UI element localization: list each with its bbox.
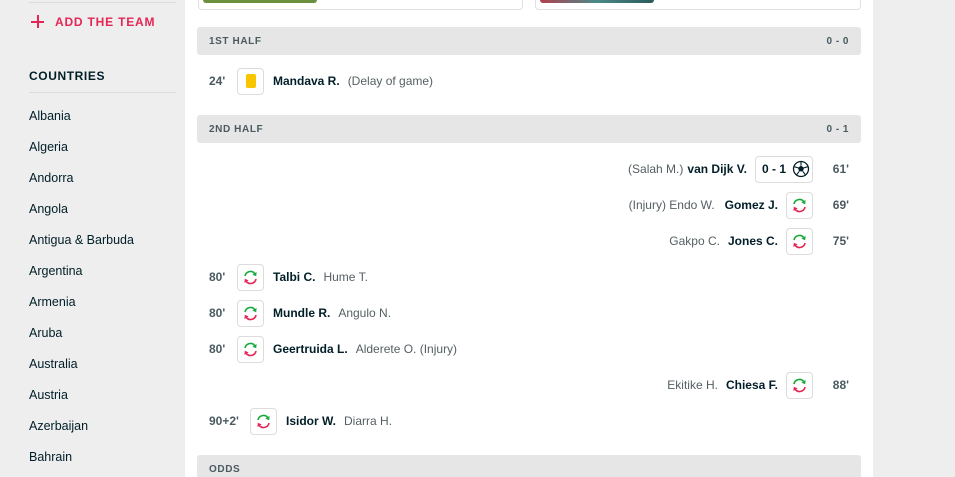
incident-minute: 88' <box>832 378 849 392</box>
country-item[interactable]: Australia <box>29 349 134 380</box>
divider <box>29 2 176 3</box>
country-item[interactable]: Argentina <box>29 256 134 287</box>
odds-header: ODDS <box>197 455 861 477</box>
incident-minute: 24' <box>209 74 226 88</box>
countries-title: COUNTRIES <box>29 69 106 83</box>
player-name[interactable]: Jones C. <box>728 234 778 248</box>
plus-icon <box>30 14 45 29</box>
incident-minute: 90+2' <box>209 414 239 428</box>
section-label: 2ND HALF <box>209 123 264 135</box>
substitution-icon <box>237 263 264 291</box>
thumbnail-image <box>203 0 317 3</box>
substitution-icon <box>237 335 264 363</box>
goal-badge: 0 - 1 <box>754 155 813 183</box>
add-team-label: ADD THE TEAM <box>55 14 156 29</box>
country-item[interactable]: Armenia <box>29 287 134 318</box>
incident-minute: 80' <box>209 342 226 356</box>
incident-row: Ekitike H. Chiesa F. 88' <box>197 367 861 403</box>
incident-row: (Injury) Endo W. Gomez J. 69' <box>197 187 861 223</box>
player-name[interactable]: van Dijk V. <box>687 162 747 176</box>
section-score: 0 - 1 <box>826 123 849 135</box>
incident-row: Gakpo C. Jones C. 75' <box>197 223 861 259</box>
assist-name: (Salah M.) <box>628 162 684 176</box>
player-out-name: Angulo N. <box>338 306 392 320</box>
country-item[interactable]: Andorra <box>29 163 134 194</box>
substitution-icon <box>786 191 813 219</box>
sidebar: ADD THE TEAM COUNTRIES Albania Algeria A… <box>0 0 190 477</box>
country-item[interactable]: Albania <box>29 101 134 132</box>
incident-minute: 69' <box>832 198 849 212</box>
country-item[interactable]: Bahrain <box>29 442 134 473</box>
incident-minute: 80' <box>209 306 226 320</box>
incident-row: 24' Mandava R. (Delay of game) <box>197 63 861 99</box>
incident-row: 80' Mundle R. Angulo N. <box>197 295 861 331</box>
player-out-name: Alderete O. (Injury) <box>355 342 458 356</box>
incident-row: 80' Talbi C. Hume T. <box>197 259 861 295</box>
player-name[interactable]: Isidor W. <box>286 414 336 428</box>
country-item[interactable]: Aruba <box>29 318 134 349</box>
player-out-name: (Injury) Endo W. <box>628 198 715 212</box>
substitution-icon <box>250 407 277 435</box>
video-thumbnail-card[interactable] <box>198 0 523 10</box>
country-item[interactable]: Antigua & Barbuda <box>29 225 134 256</box>
incident-row: (Salah M.) van Dijk V. 0 - 1 61' <box>197 151 861 187</box>
thumbnail-image <box>540 0 654 3</box>
divider <box>29 92 176 93</box>
player-name[interactable]: Geertruida L. <box>273 342 348 356</box>
match-summary-panel: 1ST HALF 0 - 0 24' Mandava R. (Delay of … <box>185 0 873 477</box>
incident-minute: 61' <box>832 162 849 176</box>
country-list: Albania Algeria Andorra Angola Antigua &… <box>29 101 134 473</box>
incident-minute: 75' <box>832 234 849 248</box>
country-item[interactable]: Angola <box>29 194 134 225</box>
country-item[interactable]: Austria <box>29 380 134 411</box>
incident-row: 80' Geertruida L. Alderete O. (Injury) <box>197 331 861 367</box>
incident-detail: (Delay of game) <box>347 74 434 88</box>
substitution-icon <box>786 227 813 255</box>
yellow-card-icon <box>237 67 264 95</box>
soccer-ball-icon <box>792 160 810 178</box>
substitution-icon <box>237 299 264 327</box>
goal-score: 0 - 1 <box>761 162 786 176</box>
player-out-name: Ekitike H. <box>667 378 718 392</box>
section-label: 1ST HALF <box>209 35 262 47</box>
video-thumbnail-card[interactable] <box>535 0 861 10</box>
player-name[interactable]: Chiesa F. <box>726 378 778 392</box>
player-out-name: Gakpo C. <box>669 234 720 248</box>
player-out-name: Hume T. <box>323 270 368 284</box>
second-half-header: 2ND HALF 0 - 1 <box>197 115 861 143</box>
country-item[interactable]: Algeria <box>29 132 134 163</box>
player-out-name: Diarra H. <box>344 414 393 428</box>
player-name[interactable]: Mandava R. <box>273 74 340 88</box>
section-label: ODDS <box>209 463 241 475</box>
section-score: 0 - 0 <box>826 35 849 47</box>
incident-row: 90+2' Isidor W. Diarra H. <box>197 403 861 439</box>
first-half-header: 1ST HALF 0 - 0 <box>197 27 861 55</box>
substitution-icon <box>786 371 813 399</box>
add-team-button[interactable]: ADD THE TEAM <box>30 14 155 29</box>
incident-minute: 80' <box>209 270 226 284</box>
player-name[interactable]: Mundle R. <box>273 306 330 320</box>
player-name[interactable]: Gomez J. <box>725 198 778 212</box>
player-name[interactable]: Talbi C. <box>273 270 315 284</box>
country-item[interactable]: Azerbaijan <box>29 411 134 442</box>
